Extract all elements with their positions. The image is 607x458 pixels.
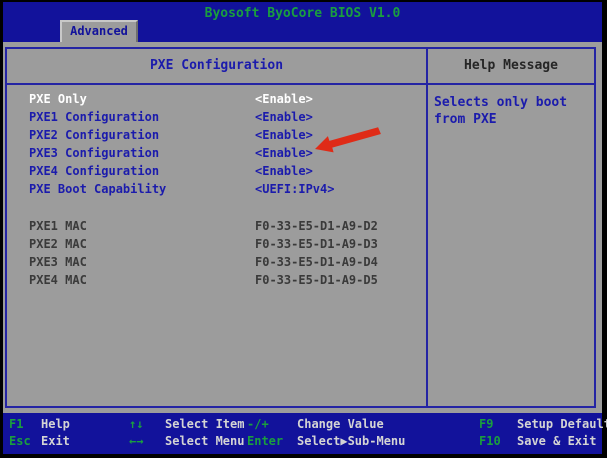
hint-column-3: -/+Change Value EnterSelect▶Sub-Menu	[247, 416, 405, 450]
readonly-pxe2-mac: PXE2 MAC F0-33-E5-D1-A9-D3	[7, 235, 426, 253]
readonly-pxe3-mac: PXE3 MAC F0-33-E5-D1-A9-D4	[7, 253, 426, 271]
item-value: <Enable>	[255, 144, 313, 162]
page-title: PXE Configuration	[7, 49, 428, 85]
key-f1: F1	[9, 416, 41, 433]
title-bar: Byosoft ByoCore BIOS V1.0 Advanced	[3, 2, 602, 42]
item-label: PXE2 Configuration	[29, 128, 159, 142]
item-label: PXE1 Configuration	[29, 110, 159, 124]
hint-label: Save & Exit	[517, 434, 596, 448]
hint-esc-exit: EscExit	[9, 433, 70, 450]
readonly-label: PXE4 MAC	[29, 273, 87, 287]
hint-f9-setup-defaults: F9Setup Defaults	[479, 416, 607, 433]
hint-column-2: ↑↓Select Item ←→Select Menu	[129, 416, 244, 450]
hint-label: Setup Defaults	[517, 417, 607, 431]
readonly-label: PXE2 MAC	[29, 237, 87, 251]
hint-leftright-select-menu: ←→Select Menu	[129, 433, 244, 450]
hint-label: Select Item	[165, 417, 244, 431]
key-leftright-arrows-icon: ←→	[129, 433, 165, 450]
hint-label: Select Menu	[165, 434, 244, 448]
menu-item-pxe-only[interactable]: PXE Only <Enable>	[7, 90, 426, 108]
list-spacer	[7, 198, 426, 217]
item-value: <Enable>	[255, 126, 313, 144]
tab-advanced[interactable]: Advanced	[60, 20, 138, 42]
readonly-label: PXE1 MAC	[29, 219, 87, 233]
hint-f1-help: F1Help	[9, 416, 70, 433]
key-esc: Esc	[9, 433, 41, 450]
bios-screen: Byosoft ByoCore BIOS V1.0 Advanced PXE C…	[0, 0, 607, 458]
help-panel-title: Help Message	[428, 49, 594, 85]
item-value: <UEFI:IPv4>	[255, 180, 334, 198]
mac-address-value: F0-33-E5-D1-A9-D2	[255, 217, 378, 235]
key-f9: F9	[479, 416, 517, 433]
hint-label: Select▶Sub-Menu	[297, 434, 405, 448]
menu-item-pxe3-configuration[interactable]: PXE3 Configuration <Enable>	[7, 144, 426, 162]
hint-label: Change Value	[297, 417, 384, 431]
hint-label: Exit	[41, 434, 70, 448]
hint-f10-save-exit: F10Save & Exit	[479, 433, 607, 450]
help-text: Selects only boot from PXE	[428, 85, 594, 406]
readonly-pxe1-mac: PXE1 MAC F0-33-E5-D1-A9-D2	[7, 217, 426, 235]
key-f10: F10	[479, 433, 517, 450]
key-hint-bar: F1Help EscExit ↑↓Select Item ←→Select Me…	[3, 413, 602, 454]
menu-item-pxe1-configuration[interactable]: PXE1 Configuration <Enable>	[7, 108, 426, 126]
readonly-label: PXE3 MAC	[29, 255, 87, 269]
item-label: PXE Boot Capability	[29, 182, 166, 196]
item-value: <Enable>	[255, 90, 313, 108]
item-label: PXE3 Configuration	[29, 146, 159, 160]
item-value: <Enable>	[255, 162, 313, 180]
item-label: PXE Only	[29, 92, 87, 106]
menu-item-pxe-boot-capability[interactable]: PXE Boot Capability <UEFI:IPv4>	[7, 180, 426, 198]
key-enter: Enter	[247, 433, 297, 450]
hint-updown-select-item: ↑↓Select Item	[129, 416, 244, 433]
item-value: <Enable>	[255, 108, 313, 126]
hint-label: Help	[41, 417, 70, 431]
hint-enter-sub-menu: EnterSelect▶Sub-Menu	[247, 433, 405, 450]
hint-minusplus-change-value: -/+Change Value	[247, 416, 405, 433]
item-label: PXE4 Configuration	[29, 164, 159, 178]
panel-box: PXE Configuration Help Message PXE Only …	[5, 47, 596, 408]
mac-address-value: F0-33-E5-D1-A9-D5	[255, 271, 378, 289]
menu-item-pxe2-configuration[interactable]: PXE2 Configuration <Enable>	[7, 126, 426, 144]
settings-list: PXE Only <Enable> PXE1 Configuration <En…	[7, 85, 428, 406]
main-area: PXE Configuration Help Message PXE Only …	[3, 42, 602, 413]
menu-item-pxe4-configuration[interactable]: PXE4 Configuration <Enable>	[7, 162, 426, 180]
key-updown-arrows-icon: ↑↓	[129, 416, 165, 433]
bios-title: Byosoft ByoCore BIOS V1.0	[3, 6, 602, 21]
hint-column-4: F9Setup Defaults F10Save & Exit	[479, 416, 607, 450]
key-minus-plus: -/+	[247, 416, 297, 433]
hint-column-1: F1Help EscExit	[9, 416, 70, 450]
mac-address-value: F0-33-E5-D1-A9-D3	[255, 235, 378, 253]
readonly-pxe4-mac: PXE4 MAC F0-33-E5-D1-A9-D5	[7, 271, 426, 289]
mac-address-value: F0-33-E5-D1-A9-D4	[255, 253, 378, 271]
